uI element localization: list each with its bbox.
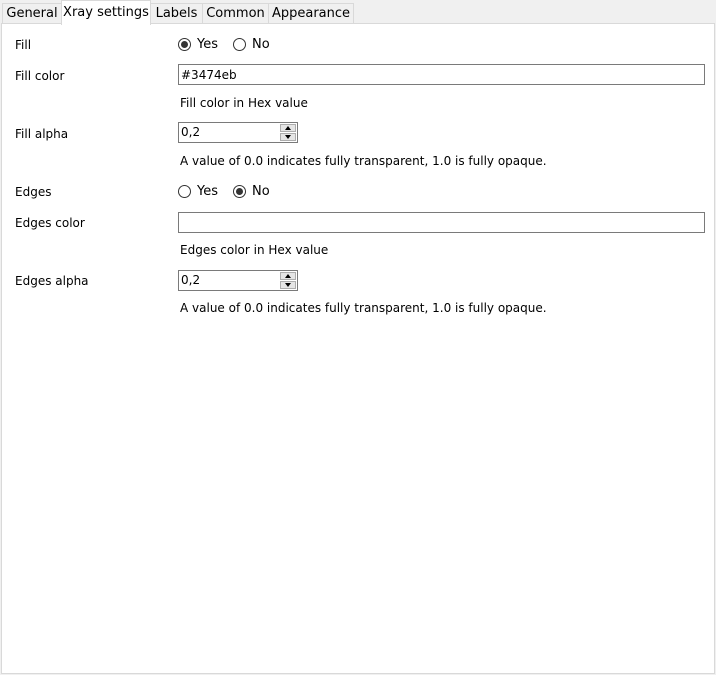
fill-alpha-spinner [178,122,298,143]
edges-radio-group: Yes No [178,184,298,202]
edges-no-radio-label: No [252,184,270,199]
fill-yes-radio[interactable]: Yes [178,37,226,55]
edges-no-radio[interactable]: No [233,184,278,202]
fill-alpha-hint: A value of 0.0 indicates fully transpare… [180,154,547,168]
edges-alpha-decrement-button[interactable] [280,281,296,289]
tab-xray-settings[interactable]: Xray settings [61,0,151,25]
tab-general[interactable]: General [2,3,62,23]
fill-no-radio-label: No [252,37,270,52]
tab-xray-settings-label: Xray settings [63,5,149,20]
edges-alpha-spinner [178,270,298,291]
edges-yes-radio-indicator[interactable] [178,185,191,198]
edges-alpha-input[interactable] [179,271,281,290]
fill-color-input[interactable] [178,64,705,85]
fill-alpha-increment-button[interactable] [280,124,296,132]
tab-common-label: Common [206,6,265,21]
edges-no-radio-indicator[interactable] [233,185,246,198]
fill-color-label: Fill color [15,69,65,83]
fill-no-radio[interactable]: No [233,37,278,55]
arrow-down-icon [285,283,291,287]
fill-label: Fill [15,38,32,52]
arrow-up-icon [285,274,291,278]
fill-no-radio-indicator[interactable] [233,38,246,51]
tab-common[interactable]: Common [202,3,269,23]
fill-yes-radio-indicator[interactable] [178,38,191,51]
tab-appearance-label: Appearance [271,6,351,21]
edges-alpha-increment-button[interactable] [280,272,296,280]
edges-yes-radio-label: Yes [197,184,218,199]
tab-general-label: General [6,6,58,21]
fill-radio-group: Yes No [178,37,298,55]
arrow-up-icon [285,126,291,130]
edges-alpha-hint: A value of 0.0 indicates fully transpare… [180,301,547,315]
arrow-down-icon [285,135,291,139]
tab-labels-label: Labels [155,6,198,21]
fill-alpha-decrement-button[interactable] [280,133,296,141]
tab-labels[interactable]: Labels [150,3,203,23]
edges-label: Edges [15,185,52,199]
tab-appearance[interactable]: Appearance [268,3,354,23]
fill-alpha-input[interactable] [179,123,281,142]
edges-color-label: Edges color [15,216,85,230]
fill-color-hint: Fill color in Hex value [180,96,308,110]
edges-yes-radio[interactable]: Yes [178,184,226,202]
fill-alpha-label: Fill alpha [15,127,69,141]
fill-yes-radio-label: Yes [197,37,218,52]
tab-strip: General Xray settings Labels Common Appe… [0,0,716,25]
edges-color-input[interactable] [178,212,705,233]
edges-color-hint: Edges color in Hex value [180,243,329,257]
xray-settings-panel: Fill Yes No Fill color Fill color in Hex… [1,23,715,674]
edges-alpha-label: Edges alpha [15,274,89,288]
